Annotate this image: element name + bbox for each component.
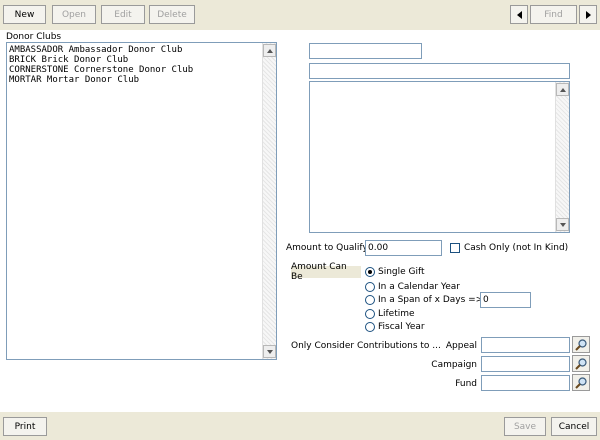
radio-calendar-year[interactable] xyxy=(365,282,375,292)
triangle-up-icon xyxy=(266,48,273,53)
magnifier-icon xyxy=(575,377,587,389)
amount-to-qualify-label: Amount to Qualify xyxy=(286,243,368,253)
triangle-right-icon xyxy=(585,10,591,19)
top-toolbar: New Open Edit Delete Find xyxy=(0,0,600,30)
campaign-lookup-button[interactable] xyxy=(572,355,590,372)
cancel-button[interactable]: Cancel xyxy=(551,417,597,436)
radio-span-days[interactable] xyxy=(365,295,375,305)
scroll-down-button[interactable] xyxy=(263,345,276,358)
campaign-field[interactable] xyxy=(481,356,570,372)
bottom-toolbar: Print Save Cancel xyxy=(0,412,600,440)
fund-lookup-button[interactable] xyxy=(572,374,590,391)
donor-clubs-label: Donor Clubs xyxy=(6,32,62,42)
description-scrollbar[interactable] xyxy=(555,82,569,232)
appeal-lookup-button[interactable] xyxy=(572,336,590,353)
appeal-field[interactable] xyxy=(481,337,570,353)
fund-field[interactable] xyxy=(481,375,570,391)
fund-label: Fund xyxy=(455,379,477,389)
option-span-days-label: In a Span of x Days => xyxy=(378,295,484,305)
find-next-button[interactable] xyxy=(579,5,597,24)
option-lifetime-label: Lifetime xyxy=(378,309,415,319)
name-field[interactable] xyxy=(309,63,570,79)
find-prev-button[interactable] xyxy=(510,5,528,24)
radio-lifetime[interactable] xyxy=(365,309,375,319)
triangle-left-icon xyxy=(516,10,522,19)
magnifier-icon xyxy=(575,358,587,370)
edit-button[interactable]: Edit xyxy=(101,5,145,24)
donor-clubs-list[interactable]: AMBASSADOR Ambassador Donor Club BRICK B… xyxy=(6,42,277,360)
radio-single-gift[interactable] xyxy=(365,267,375,277)
save-button[interactable]: Save xyxy=(504,417,546,436)
list-scrollbar[interactable] xyxy=(262,43,276,359)
magnifier-icon xyxy=(575,339,587,351)
radio-fiscal-year[interactable] xyxy=(365,322,375,332)
scroll-up-button[interactable] xyxy=(263,44,276,57)
appeal-label: Appeal xyxy=(445,341,477,351)
scroll-down-button[interactable] xyxy=(556,218,569,231)
open-button[interactable]: Open xyxy=(52,5,96,24)
find-button[interactable]: Find xyxy=(530,5,577,24)
new-button[interactable]: New xyxy=(3,5,46,24)
campaign-label: Campaign xyxy=(431,360,477,370)
list-item[interactable]: CORNERSTONE Cornerstone Donor Club xyxy=(9,65,193,75)
triangle-down-icon xyxy=(266,349,273,354)
amount-can-be-label: Amount Can Be xyxy=(291,262,361,282)
print-button[interactable]: Print xyxy=(3,417,47,436)
amount-to-qualify-field[interactable]: 0.00 xyxy=(365,240,442,256)
triangle-up-icon xyxy=(559,87,566,92)
cash-only-checkbox[interactable] xyxy=(450,243,460,253)
delete-button[interactable]: Delete xyxy=(149,5,195,24)
code-field[interactable] xyxy=(309,43,422,59)
option-fiscal-year-label: Fiscal Year xyxy=(378,322,425,332)
list-item[interactable]: MORTAR Mortar Donor Club xyxy=(9,75,193,85)
donor-clubs-items: AMBASSADOR Ambassador Donor Club BRICK B… xyxy=(9,45,193,85)
scroll-up-button[interactable] xyxy=(556,83,569,96)
span-days-field[interactable]: 0 xyxy=(480,292,531,308)
option-single-gift-label: Single Gift xyxy=(378,267,425,277)
list-item[interactable]: BRICK Brick Donor Club xyxy=(9,55,193,65)
description-field[interactable] xyxy=(309,81,570,233)
only-consider-label: Only Consider Contributions to ... xyxy=(291,341,441,351)
list-item[interactable]: AMBASSADOR Ambassador Donor Club xyxy=(9,45,193,55)
triangle-down-icon xyxy=(559,222,566,227)
amount-can-be-text: Amount Can Be xyxy=(291,262,347,282)
option-calendar-year-label: In a Calendar Year xyxy=(378,282,460,292)
cash-only-label: Cash Only (not In Kind) xyxy=(464,243,569,253)
